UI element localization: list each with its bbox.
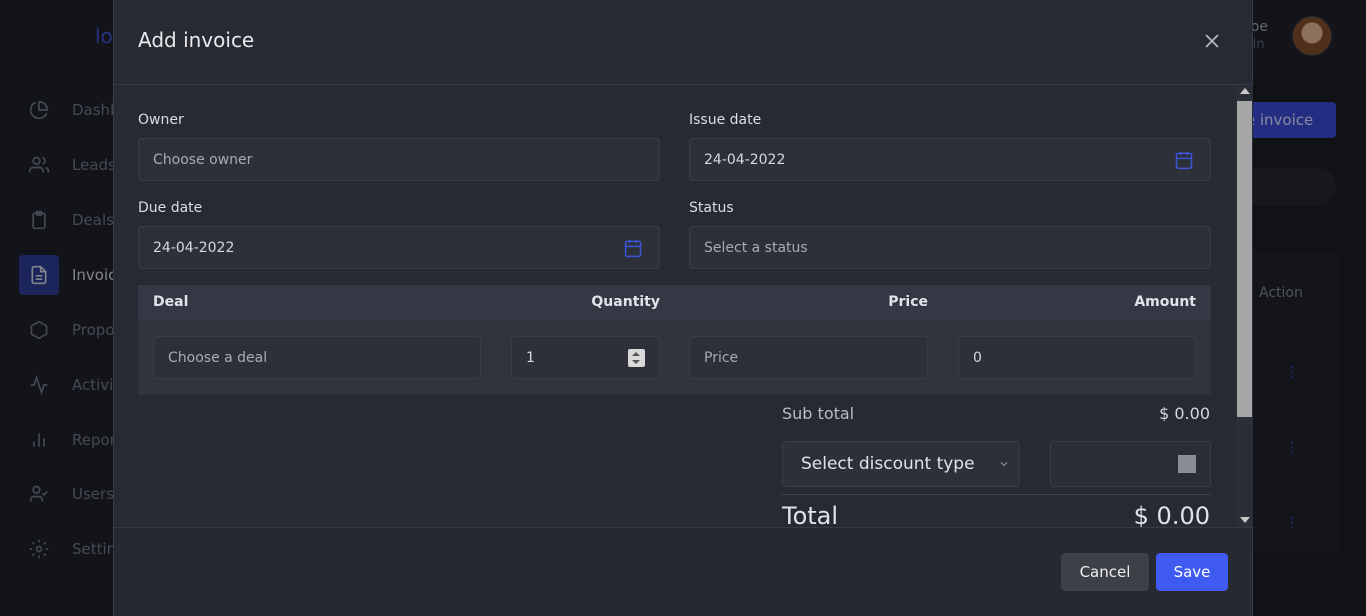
column-amount: Amount <box>1134 294 1196 310</box>
modal-body: Owner Choose owner Issue date 24-04-2022… <box>114 86 1252 527</box>
issue-date-field[interactable]: 24-04-2022 <box>689 138 1211 181</box>
close-button[interactable] <box>1201 30 1223 52</box>
items-table-header: Deal Quantity Price Amount <box>138 285 1211 321</box>
calendar-icon[interactable] <box>1174 150 1194 170</box>
due-date-value: 24-04-2022 <box>153 239 235 256</box>
total-label: Total <box>782 502 839 527</box>
status-select[interactable]: Select a status <box>689 226 1211 269</box>
issue-date-value: 24-04-2022 <box>704 151 786 168</box>
divider <box>782 494 1211 495</box>
scroll-thumb[interactable] <box>1237 101 1252 417</box>
status-label: Status <box>689 200 734 216</box>
column-price: Price <box>888 294 928 310</box>
modal-scrollbar[interactable] <box>1236 86 1253 527</box>
amount-field: 0 <box>958 336 1196 379</box>
stepper-arrows-icon[interactable] <box>628 349 645 367</box>
owner-label: Owner <box>138 112 184 128</box>
save-button[interactable]: Save <box>1156 553 1228 591</box>
amount-value: 0 <box>973 349 982 366</box>
deal-select[interactable]: Choose a deal <box>153 336 481 379</box>
modal-header: Add invoice <box>114 0 1252 85</box>
modal-footer: Cancel Save <box>114 527 1252 616</box>
price-placeholder: Price <box>704 349 739 366</box>
owner-placeholder: Choose owner <box>153 151 253 168</box>
square-icon <box>1178 455 1196 473</box>
scroll-up-icon[interactable] <box>1240 88 1250 94</box>
add-invoice-modal: Add invoice Owner Choose owner Issue dat… <box>113 0 1253 616</box>
cancel-label: Cancel <box>1079 563 1131 581</box>
modal-title: Add invoice <box>138 28 255 52</box>
discount-value-input[interactable] <box>1050 441 1211 487</box>
discount-type-placeholder: Select discount type <box>801 454 975 474</box>
status-placeholder: Select a status <box>704 239 808 256</box>
price-input[interactable]: Price <box>689 336 928 379</box>
column-deal: Deal <box>153 294 189 310</box>
issue-date-label: Issue date <box>689 112 762 128</box>
quantity-value: 1 <box>526 349 535 366</box>
deal-placeholder: Choose a deal <box>168 349 268 366</box>
discount-type-select[interactable]: Select discount type <box>782 441 1020 487</box>
due-date-field[interactable]: 24-04-2022 <box>138 226 660 269</box>
due-date-label: Due date <box>138 200 203 216</box>
cancel-button[interactable]: Cancel <box>1061 553 1149 591</box>
close-icon <box>1205 34 1219 48</box>
owner-select[interactable]: Choose owner <box>138 138 660 181</box>
scroll-down-icon[interactable] <box>1240 517 1250 523</box>
quantity-stepper[interactable]: 1 <box>511 336 660 379</box>
calendar-icon[interactable] <box>623 238 643 258</box>
chevron-down-icon <box>1000 462 1008 467</box>
column-quantity: Quantity <box>591 294 660 310</box>
subtotal-label: Sub total <box>782 404 855 423</box>
subtotal-value: $ 0.00 <box>1159 404 1210 423</box>
save-label: Save <box>1173 563 1211 581</box>
total-value: $ 0.00 <box>1133 502 1210 527</box>
table-row: Choose a deal 1 Price 0 <box>138 321 1211 395</box>
